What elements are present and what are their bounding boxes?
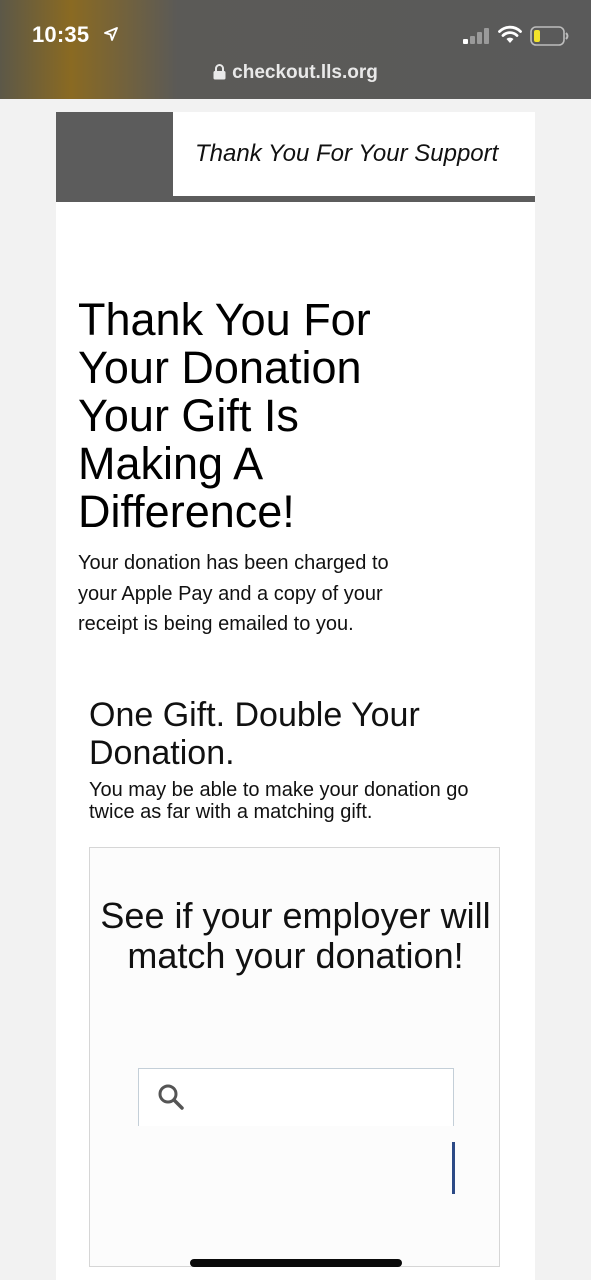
home-indicator[interactable] bbox=[190, 1259, 402, 1267]
signal-icon bbox=[463, 28, 489, 44]
location-arrow-icon bbox=[104, 27, 118, 41]
text-cursor bbox=[452, 1142, 455, 1194]
matching-gift-description: You may be able to make your donation go… bbox=[89, 779, 469, 823]
battery-icon bbox=[530, 26, 569, 46]
address-bar[interactable]: checkout.lls.org bbox=[0, 62, 591, 84]
wifi-icon bbox=[498, 25, 522, 43]
status-bar: 10:35 checkout.lls.org bbox=[0, 0, 591, 99]
checkout-page: Thank You For Your Support Thank You For… bbox=[56, 112, 535, 1280]
header-tagline: Thank You For Your Support bbox=[195, 140, 499, 167]
page-title: Thank You For Your Donation Your Gift Is… bbox=[78, 294, 371, 537]
receipt-message: Your donation has been charged to your A… bbox=[78, 552, 389, 635]
search-icon bbox=[158, 1084, 184, 1110]
matching-gift-heading: One Gift. Double Your Donation. bbox=[89, 696, 420, 772]
employer-match-card: See if your employer will match your don… bbox=[89, 847, 500, 1267]
url-text: checkout.lls.org bbox=[232, 62, 378, 83]
employer-match-title: See if your employer will match your don… bbox=[100, 895, 491, 976]
status-time: 10:35 bbox=[32, 22, 90, 47]
employer-search-box[interactable] bbox=[138, 1068, 454, 1126]
header-logo-block bbox=[56, 112, 173, 200]
header-divider bbox=[56, 196, 535, 202]
employer-search-input[interactable] bbox=[197, 1079, 441, 1117]
lock-icon bbox=[213, 64, 226, 80]
